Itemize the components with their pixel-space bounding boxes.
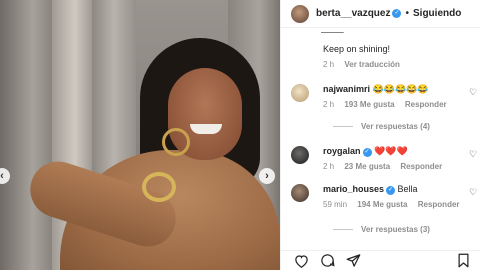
post-header: berta__vazquez ✓ • Siguiendo	[281, 0, 480, 28]
bracelet	[142, 172, 176, 202]
caption-time: 2 h	[323, 60, 335, 69]
comment-likes[interactable]: 193 Me gusta	[344, 100, 394, 109]
header-separator: •	[405, 8, 409, 19]
comment-body: ❤️❤️❤️	[374, 146, 408, 156]
comment-like-icon[interactable]: ♡	[469, 149, 477, 160]
comment-username[interactable]: mario_houses	[323, 184, 384, 194]
comment-meta: 2 h 23 Me gusta Responder	[323, 162, 450, 171]
view-replies-button[interactable]: Ver respuestas (4)	[333, 122, 430, 131]
replies-divider	[333, 229, 353, 230]
post-side-panel: berta__vazquez ✓ • Siguiendo ──── Keep o…	[280, 0, 480, 270]
post-actions-bar	[281, 250, 480, 270]
avatar[interactable]	[291, 146, 309, 164]
comment-text: najwanimri 😂😂😂😂😂	[323, 84, 429, 95]
comment-text: roygalan ✓ ❤️❤️❤️	[323, 146, 408, 157]
post-photo[interactable]: ‹ ›	[0, 0, 280, 270]
verified-badge-icon: ✓	[392, 9, 402, 18]
comment-time: 2 h	[323, 162, 335, 171]
comment-time: 2 h	[323, 100, 335, 109]
reply-button[interactable]: Responder	[405, 100, 447, 109]
header-username[interactable]: berta__vazquez	[316, 8, 390, 19]
comment-username[interactable]: roygalan	[323, 146, 361, 156]
comment-like-icon[interactable]: ♡	[469, 187, 477, 198]
comment-likes[interactable]: 194 Me gusta	[357, 200, 407, 209]
view-replies-label[interactable]: Ver respuestas (4)	[361, 122, 430, 131]
share-icon[interactable]	[345, 253, 361, 269]
comment-meta: 2 h 193 Me gusta Responder	[323, 100, 455, 109]
caption-text: Keep on shining!	[323, 44, 391, 54]
carousel-next-button[interactable]: ›	[259, 168, 275, 184]
comment-like-icon[interactable]: ♡	[469, 87, 477, 98]
comment-text: mario_houses ✓ Bella	[323, 184, 418, 195]
verified-badge-icon: ✓	[362, 148, 372, 157]
comment-body: Bella	[397, 184, 418, 194]
replies-divider	[333, 126, 353, 127]
bookmark-icon[interactable]	[455, 253, 471, 269]
view-replies-label[interactable]: Ver respuestas (3)	[361, 225, 430, 234]
comments-list[interactable]: ──── Keep on shining! 2 h Ver traducción…	[281, 28, 480, 248]
truncated-text: ────	[321, 28, 344, 34]
comment-meta: 59 min 194 Me gusta Responder	[323, 200, 468, 209]
reply-button[interactable]: Responder	[418, 200, 460, 209]
heart-icon[interactable]	[293, 253, 309, 269]
view-replies-button[interactable]: Ver respuestas (3)	[333, 225, 430, 234]
comment-likes[interactable]: 23 Me gusta	[344, 162, 390, 171]
comment-time: 59 min	[323, 200, 348, 209]
reply-button[interactable]: Responder	[400, 162, 442, 171]
comment-body: 😂😂😂😂😂	[372, 84, 429, 94]
necklace	[162, 128, 190, 156]
person-smile	[190, 124, 222, 134]
comment-icon[interactable]	[319, 253, 335, 269]
caption-meta: 2 h Ver traducción	[323, 60, 408, 69]
comment-username[interactable]: najwanimri	[323, 84, 370, 94]
following-button[interactable]: Siguiendo	[413, 8, 461, 19]
avatar[interactable]	[291, 4, 309, 23]
curtain-fold	[0, 0, 60, 270]
avatar[interactable]	[291, 184, 309, 202]
avatar[interactable]	[291, 84, 309, 102]
translate-link[interactable]: Ver traducción	[344, 60, 400, 69]
verified-badge-icon: ✓	[386, 186, 396, 195]
